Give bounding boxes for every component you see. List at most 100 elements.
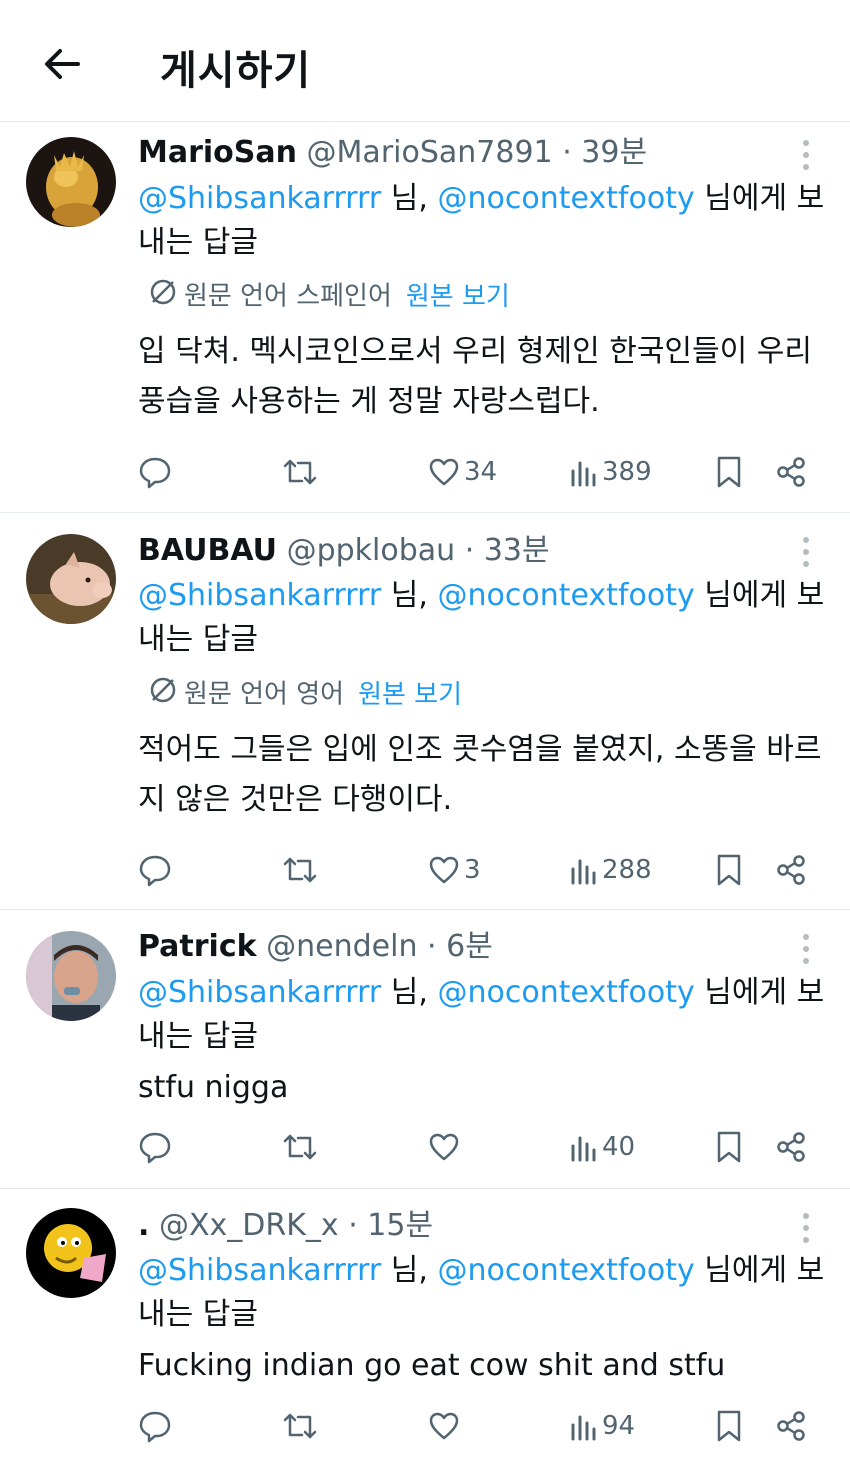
author-name[interactable]: . (138, 1208, 149, 1243)
reply-button[interactable] (136, 846, 174, 894)
author-handle[interactable]: @MarioSan7891 (307, 135, 553, 170)
post-text: 적어도 그들은 입에 인조 콧수염을 붙였지, 소똥을 바르지 않은 것만은 다… (138, 732, 822, 817)
repost-button[interactable] (280, 448, 320, 496)
mention-link[interactable]: @nocontextfooty (437, 181, 694, 216)
views-button[interactable]: 40 (570, 1123, 635, 1171)
bookmark-icon (717, 1410, 741, 1442)
views-button[interactable]: 94 (570, 1402, 635, 1450)
translate-icon (148, 675, 178, 715)
avatar[interactable] (26, 534, 116, 624)
author-name[interactable]: BAUBAU (138, 533, 277, 568)
like-button[interactable] (428, 1123, 464, 1171)
reply-separator: 님, (381, 181, 438, 216)
share-button[interactable] (774, 1402, 808, 1450)
reply-button[interactable] (136, 1123, 174, 1171)
reply-to-line: @Shibsankarrrrr 님, @nocontextfooty 님에게 보… (138, 574, 828, 662)
post-text: stfu nigga (138, 1070, 289, 1105)
avatar[interactable] (26, 137, 116, 227)
bookmark-icon (717, 854, 741, 886)
more-options-icon[interactable] (796, 929, 816, 969)
back-arrow-icon[interactable] (38, 40, 86, 88)
heart-icon (429, 1412, 459, 1440)
show-original-link[interactable]: 원본 보기 (406, 282, 510, 312)
comment-icon (139, 1132, 171, 1164)
translation-label: 원문 언어 스페인어 (184, 281, 392, 312)
translation-label: 원문 언어 영어 (184, 679, 345, 710)
view-count: 389 (602, 457, 652, 487)
mention-link[interactable]: @nocontextfooty (437, 1253, 694, 1288)
reply-separator: 님, (381, 975, 438, 1010)
more-options-icon[interactable] (796, 1208, 816, 1248)
reply-post[interactable]: BAUBAU @ppklobau · 33분 @Shibsankarrrrr 님… (0, 514, 850, 910)
view-count: 288 (602, 855, 652, 885)
like-button[interactable]: 34 (428, 448, 497, 496)
share-icon (777, 1132, 805, 1162)
mention-link[interactable]: @Shibsankarrrrr (138, 1253, 381, 1288)
page-title: 게시하기 (160, 48, 312, 94)
reply-to-line: @Shibsankarrrrr 님, @nocontextfooty 님에게 보… (138, 1249, 828, 1337)
post-time[interactable]: 15분 (367, 1208, 433, 1243)
avatar[interactable] (26, 931, 116, 1021)
views-chart-icon (571, 461, 596, 487)
share-button[interactable] (774, 448, 808, 496)
mention-link[interactable]: @nocontextfooty (437, 578, 694, 613)
bookmark-button[interactable] (714, 1402, 744, 1450)
like-button[interactable]: 3 (428, 846, 481, 894)
mention-link[interactable]: @Shibsankarrrrr (138, 975, 381, 1010)
bookmark-icon (717, 1131, 741, 1163)
author-handle[interactable]: @Xx_DRK_x (159, 1208, 339, 1243)
bookmark-button[interactable] (714, 1123, 744, 1171)
show-original-link[interactable]: 원본 보기 (358, 680, 462, 710)
translation-notice: 원문 언어 스페인어 원본 보기 (148, 277, 510, 313)
translation-notice: 원문 언어 영어 원본 보기 (148, 675, 462, 711)
view-count: 40 (602, 1132, 636, 1162)
views-chart-icon (571, 1136, 596, 1162)
repost-button[interactable] (280, 1123, 320, 1171)
author-handle[interactable]: @ppklobau (287, 533, 456, 568)
post-time[interactable]: 6분 (446, 929, 493, 964)
heart-icon (429, 458, 459, 486)
share-button[interactable] (774, 846, 808, 894)
mention-link[interactable]: @Shibsankarrrrr (138, 181, 381, 216)
post-time[interactable]: 39분 (581, 135, 647, 170)
reply-post[interactable]: Patrick @nendeln · 6분 @Shibsankarrrrr 님,… (0, 911, 850, 1189)
author-name[interactable]: MarioSan (138, 135, 297, 170)
action-bar: 3 288 (0, 846, 850, 894)
separator-dot: · (464, 533, 475, 568)
heart-icon (429, 856, 459, 884)
views-chart-icon (571, 1415, 596, 1441)
reply-button[interactable] (136, 448, 174, 496)
repost-button[interactable] (280, 846, 320, 894)
views-button[interactable]: 389 (570, 448, 652, 496)
action-bar: 94 (0, 1402, 850, 1450)
separator-dot: · (348, 1208, 358, 1243)
author-name[interactable]: Patrick (138, 929, 257, 964)
like-count: 3 (464, 855, 481, 885)
top-bar: 게시하기 (0, 0, 850, 122)
more-options-icon[interactable] (796, 532, 816, 572)
share-button[interactable] (774, 1123, 808, 1171)
share-icon (777, 457, 805, 487)
share-icon (777, 1411, 805, 1441)
translate-icon (148, 277, 178, 317)
reply-button[interactable] (136, 1402, 174, 1450)
like-button[interactable] (428, 1402, 464, 1450)
reply-post[interactable]: . @Xx_DRK_x · 15분 @Shibsankarrrrr 님, @no… (0, 1190, 850, 1460)
post-time[interactable]: 33분 (484, 533, 550, 568)
bookmark-button[interactable] (714, 846, 744, 894)
author-handle[interactable]: @nendeln (266, 929, 417, 964)
action-bar: 34 389 (0, 448, 850, 496)
comment-icon (139, 855, 171, 887)
bookmark-button[interactable] (714, 448, 744, 496)
bookmark-icon (717, 456, 741, 488)
heart-icon (429, 1133, 459, 1161)
repost-icon (283, 459, 317, 485)
mention-link[interactable]: @nocontextfooty (437, 975, 694, 1010)
repost-button[interactable] (280, 1402, 320, 1450)
avatar[interactable] (26, 1208, 116, 1298)
mention-link[interactable]: @Shibsankarrrrr (138, 578, 381, 613)
views-button[interactable]: 288 (570, 846, 652, 894)
reply-post[interactable]: MarioSan @MarioSan7891 · 39분 @Shibsankar… (0, 123, 850, 513)
more-options-icon[interactable] (796, 135, 816, 175)
reply-separator: 님, (381, 578, 438, 613)
